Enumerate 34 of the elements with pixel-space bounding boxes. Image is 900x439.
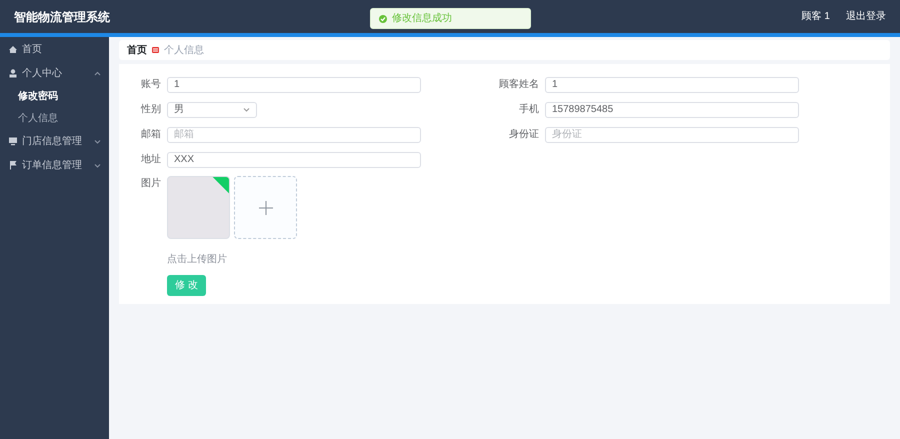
breadcrumb-item[interactable]: 首页 bbox=[127, 42, 147, 58]
plus-icon bbox=[258, 200, 272, 214]
field-label: 账号 bbox=[140, 78, 162, 92]
separator-icon bbox=[151, 45, 160, 55]
user-name: 顾客 1 bbox=[802, 10, 830, 24]
field-label: 图片 bbox=[140, 176, 162, 191]
input-field[interactable]: 15789875485 bbox=[545, 102, 799, 118]
field-label: 地址 bbox=[140, 152, 162, 167]
submenu-item[interactable]: 修改密码 bbox=[0, 85, 109, 107]
field-label: 身份证 bbox=[508, 128, 540, 142]
gender-select[interactable]: 男 bbox=[167, 102, 257, 118]
field-label: 邮箱 bbox=[140, 128, 162, 142]
input-field[interactable]: XXX bbox=[167, 152, 421, 168]
submenu-item[interactable]: 个人信息 bbox=[0, 107, 109, 129]
toast-message: 修改信息成功 bbox=[392, 12, 452, 26]
home-icon bbox=[8, 44, 18, 54]
monitor-icon bbox=[8, 136, 18, 146]
sidebar-item[interactable]: 首页 bbox=[0, 37, 109, 61]
upload-hint: 点击上传图片 bbox=[167, 252, 228, 267]
sidebar-item[interactable]: 门店信息管理 bbox=[0, 129, 109, 153]
field-label: 性别 bbox=[140, 102, 162, 117]
chevron-icon bbox=[243, 107, 250, 112]
user-icon bbox=[8, 68, 18, 78]
app-title: 智能物流管理系统 bbox=[14, 8, 110, 26]
field-label: 顾客姓名 bbox=[498, 78, 540, 92]
input-field[interactable]: 1 bbox=[545, 76, 799, 92]
sidebar-item[interactable]: 订单信息管理 bbox=[0, 153, 109, 177]
sidebar-item[interactable]: 个人中心 bbox=[0, 61, 109, 85]
field-label: 手机 bbox=[518, 102, 540, 117]
input-field[interactable]: 1 bbox=[167, 76, 421, 92]
upload-box[interactable] bbox=[234, 176, 297, 239]
flag-icon bbox=[8, 160, 18, 170]
logout-link[interactable]: 退出登录 bbox=[846, 9, 886, 24]
success-icon bbox=[379, 14, 387, 22]
